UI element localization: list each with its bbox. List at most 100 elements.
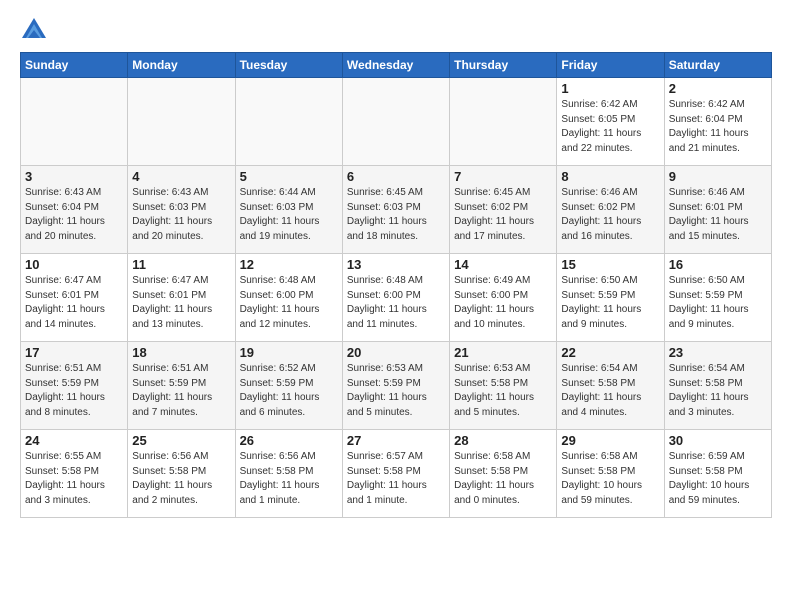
day-number: 24 xyxy=(25,433,123,448)
day-detail: Sunrise: 6:47 AM Sunset: 6:01 PM Dayligh… xyxy=(132,274,230,332)
day-number: 21 xyxy=(454,345,552,360)
day-detail: Sunrise: 6:53 AM Sunset: 5:58 PM Dayligh… xyxy=(454,362,552,420)
calendar-week-row: 24 Sunrise: 6:55 AM Sunset: 5:58 PM Dayli… xyxy=(21,430,772,518)
calendar-cell: 20 Sunrise: 6:53 AM Sunset: 5:59 PM Dayli… xyxy=(342,342,449,430)
day-number: 3 xyxy=(25,169,123,184)
day-number: 28 xyxy=(454,433,552,448)
day-detail: Sunrise: 6:49 AM Sunset: 6:00 PM Dayligh… xyxy=(454,274,552,332)
calendar-cell: 13 Sunrise: 6:48 AM Sunset: 6:00 PM Dayli… xyxy=(342,254,449,342)
day-detail: Sunrise: 6:51 AM Sunset: 5:59 PM Dayligh… xyxy=(25,362,123,420)
calendar-cell: 11 Sunrise: 6:47 AM Sunset: 6:01 PM Dayli… xyxy=(128,254,235,342)
calendar-cell: 24 Sunrise: 6:55 AM Sunset: 5:58 PM Dayli… xyxy=(21,430,128,518)
day-detail: Sunrise: 6:43 AM Sunset: 6:04 PM Dayligh… xyxy=(25,186,123,244)
day-number: 16 xyxy=(669,257,767,272)
weekday-header: Friday xyxy=(557,53,664,78)
day-detail: Sunrise: 6:47 AM Sunset: 6:01 PM Dayligh… xyxy=(25,274,123,332)
calendar-cell: 3 Sunrise: 6:43 AM Sunset: 6:04 PM Daylig… xyxy=(21,166,128,254)
day-number: 25 xyxy=(132,433,230,448)
day-number: 11 xyxy=(132,257,230,272)
calendar-cell: 16 Sunrise: 6:50 AM Sunset: 5:59 PM Dayli… xyxy=(664,254,771,342)
day-number: 23 xyxy=(669,345,767,360)
day-number: 12 xyxy=(240,257,338,272)
day-detail: Sunrise: 6:48 AM Sunset: 6:00 PM Dayligh… xyxy=(347,274,445,332)
day-number: 22 xyxy=(561,345,659,360)
calendar-week-row: 3 Sunrise: 6:43 AM Sunset: 6:04 PM Daylig… xyxy=(21,166,772,254)
day-detail: Sunrise: 6:59 AM Sunset: 5:58 PM Dayligh… xyxy=(669,450,767,508)
day-number: 10 xyxy=(25,257,123,272)
calendar-cell: 10 Sunrise: 6:47 AM Sunset: 6:01 PM Dayli… xyxy=(21,254,128,342)
calendar-cell: 23 Sunrise: 6:54 AM Sunset: 5:58 PM Dayli… xyxy=(664,342,771,430)
calendar-cell: 22 Sunrise: 6:54 AM Sunset: 5:58 PM Dayli… xyxy=(557,342,664,430)
day-detail: Sunrise: 6:54 AM Sunset: 5:58 PM Dayligh… xyxy=(669,362,767,420)
day-detail: Sunrise: 6:50 AM Sunset: 5:59 PM Dayligh… xyxy=(561,274,659,332)
calendar-cell: 5Sunrise: 6:44 AM Sunset: 6:03 PM Daylig… xyxy=(235,166,342,254)
day-number: 2 xyxy=(669,81,767,96)
calendar-cell: 14 Sunrise: 6:49 AM Sunset: 6:00 PM Dayli… xyxy=(450,254,557,342)
calendar-cell: 28Sunrise: 6:58 AM Sunset: 5:58 PM Dayli… xyxy=(450,430,557,518)
calendar-cell: 29Sunrise: 6:58 AM Sunset: 5:58 PM Dayli… xyxy=(557,430,664,518)
page: SundayMondayTuesdayWednesdayThursdayFrid… xyxy=(0,0,792,534)
calendar-cell xyxy=(342,78,449,166)
day-detail: Sunrise: 6:57 AM Sunset: 5:58 PM Dayligh… xyxy=(347,450,445,508)
calendar-cell: 30 Sunrise: 6:59 AM Sunset: 5:58 PM Dayli… xyxy=(664,430,771,518)
calendar-cell: 27 Sunrise: 6:57 AM Sunset: 5:58 PM Dayli… xyxy=(342,430,449,518)
day-detail: Sunrise: 6:56 AM Sunset: 5:58 PM Dayligh… xyxy=(132,450,230,508)
calendar-body: 1 Sunrise: 6:42 AM Sunset: 6:05 PM Daylig… xyxy=(21,78,772,518)
calendar-header: SundayMondayTuesdayWednesdayThursdayFrid… xyxy=(21,53,772,78)
calendar-cell: 12 Sunrise: 6:48 AM Sunset: 6:00 PM Dayli… xyxy=(235,254,342,342)
day-detail: Sunrise: 6:46 AM Sunset: 6:02 PM Dayligh… xyxy=(561,186,659,244)
day-number: 17 xyxy=(25,345,123,360)
day-detail: Sunrise: 6:48 AM Sunset: 6:00 PM Dayligh… xyxy=(240,274,338,332)
logo-icon xyxy=(20,16,48,44)
day-detail: Sunrise: 6:53 AM Sunset: 5:59 PM Dayligh… xyxy=(347,362,445,420)
day-detail: Sunrise: 6:45 AM Sunset: 6:02 PM Dayligh… xyxy=(454,186,552,244)
day-number: 27 xyxy=(347,433,445,448)
day-detail: Sunrise: 6:46 AM Sunset: 6:01 PM Dayligh… xyxy=(669,186,767,244)
day-number: 1 xyxy=(561,81,659,96)
day-detail: Sunrise: 6:56 AM Sunset: 5:58 PM Dayligh… xyxy=(240,450,338,508)
day-number: 29 xyxy=(561,433,659,448)
calendar-cell: 4Sunrise: 6:43 AM Sunset: 6:03 PM Daylig… xyxy=(128,166,235,254)
calendar-week-row: 1 Sunrise: 6:42 AM Sunset: 6:05 PM Daylig… xyxy=(21,78,772,166)
calendar-cell xyxy=(128,78,235,166)
day-number: 5 xyxy=(240,169,338,184)
day-detail: Sunrise: 6:54 AM Sunset: 5:58 PM Dayligh… xyxy=(561,362,659,420)
day-number: 30 xyxy=(669,433,767,448)
day-number: 9 xyxy=(669,169,767,184)
calendar-cell: 8Sunrise: 6:46 AM Sunset: 6:02 PM Daylig… xyxy=(557,166,664,254)
calendar-week-row: 10 Sunrise: 6:47 AM Sunset: 6:01 PM Dayli… xyxy=(21,254,772,342)
day-number: 4 xyxy=(132,169,230,184)
logo xyxy=(20,16,52,44)
day-number: 6 xyxy=(347,169,445,184)
day-number: 18 xyxy=(132,345,230,360)
weekday-header: Wednesday xyxy=(342,53,449,78)
calendar-cell xyxy=(450,78,557,166)
day-number: 13 xyxy=(347,257,445,272)
day-detail: Sunrise: 6:51 AM Sunset: 5:59 PM Dayligh… xyxy=(132,362,230,420)
day-detail: Sunrise: 6:55 AM Sunset: 5:58 PM Dayligh… xyxy=(25,450,123,508)
calendar-cell xyxy=(21,78,128,166)
day-number: 15 xyxy=(561,257,659,272)
calendar-cell: 1 Sunrise: 6:42 AM Sunset: 6:05 PM Daylig… xyxy=(557,78,664,166)
day-number: 7 xyxy=(454,169,552,184)
calendar-cell xyxy=(235,78,342,166)
calendar-cell: 25 Sunrise: 6:56 AM Sunset: 5:58 PM Dayli… xyxy=(128,430,235,518)
calendar-cell: 17 Sunrise: 6:51 AM Sunset: 5:59 PM Dayli… xyxy=(21,342,128,430)
calendar-cell: 7 Sunrise: 6:45 AM Sunset: 6:02 PM Daylig… xyxy=(450,166,557,254)
day-detail: Sunrise: 6:45 AM Sunset: 6:03 PM Dayligh… xyxy=(347,186,445,244)
calendar-cell: 19Sunrise: 6:52 AM Sunset: 5:59 PM Dayli… xyxy=(235,342,342,430)
day-detail: Sunrise: 6:52 AM Sunset: 5:59 PM Dayligh… xyxy=(240,362,338,420)
header xyxy=(20,16,772,44)
weekday-row: SundayMondayTuesdayWednesdayThursdayFrid… xyxy=(21,53,772,78)
day-number: 14 xyxy=(454,257,552,272)
calendar-cell: 15 Sunrise: 6:50 AM Sunset: 5:59 PM Dayli… xyxy=(557,254,664,342)
day-number: 20 xyxy=(347,345,445,360)
calendar-cell: 9 Sunrise: 6:46 AM Sunset: 6:01 PM Daylig… xyxy=(664,166,771,254)
calendar-cell: 6 Sunrise: 6:45 AM Sunset: 6:03 PM Daylig… xyxy=(342,166,449,254)
day-detail: Sunrise: 6:50 AM Sunset: 5:59 PM Dayligh… xyxy=(669,274,767,332)
day-number: 26 xyxy=(240,433,338,448)
weekday-header: Sunday xyxy=(21,53,128,78)
day-detail: Sunrise: 6:42 AM Sunset: 6:05 PM Dayligh… xyxy=(561,98,659,156)
calendar-cell: 21 Sunrise: 6:53 AM Sunset: 5:58 PM Dayli… xyxy=(450,342,557,430)
calendar-cell: 18 Sunrise: 6:51 AM Sunset: 5:59 PM Dayli… xyxy=(128,342,235,430)
